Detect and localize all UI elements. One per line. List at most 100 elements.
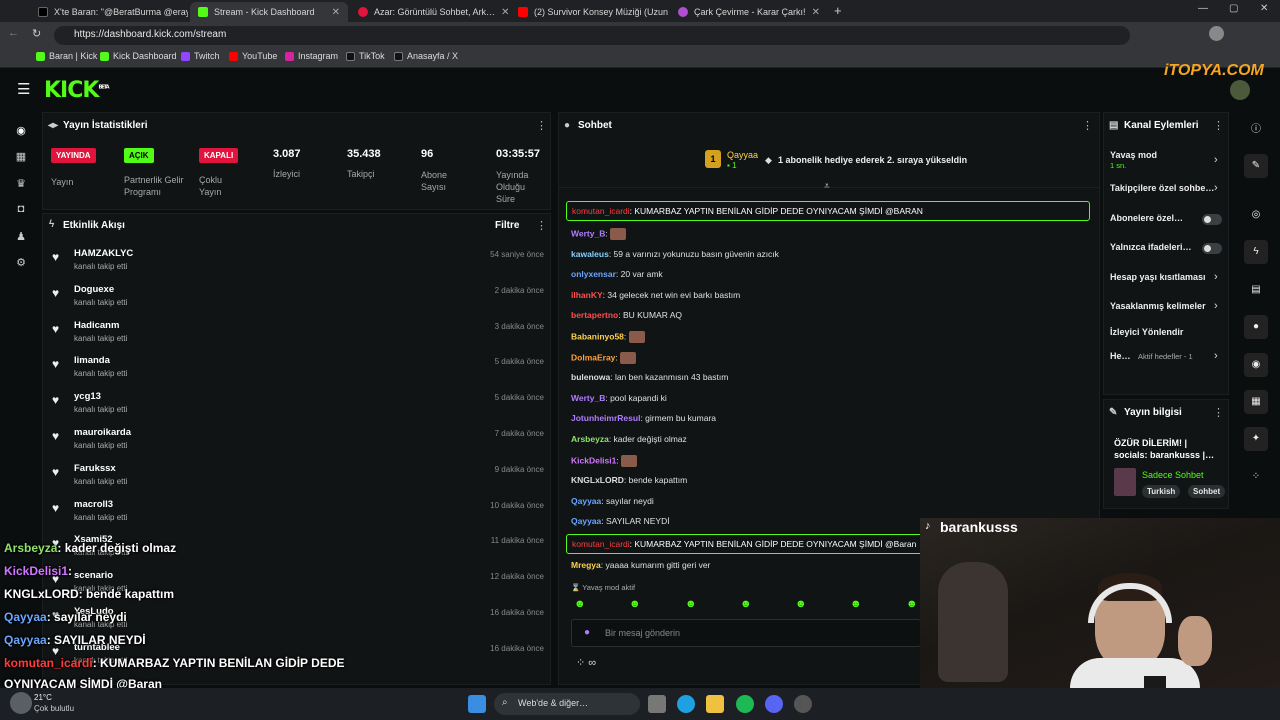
back-icon[interactable]: ← [8, 27, 19, 39]
browser-tab[interactable]: Çark Çevirme - Karar Çarkı! ✕ [670, 2, 828, 22]
more-icon[interactable]: ⋮ [1213, 119, 1224, 132]
layout-icon[interactable]: ▦ [1244, 390, 1268, 414]
profile-avatar[interactable] [1209, 26, 1224, 41]
bookmark[interactable]: Twitch [181, 51, 220, 61]
trophy-icon[interactable]: ♛ [13, 177, 29, 193]
activity-user[interactable]: mauroikarda [74, 427, 131, 438]
maximize-icon[interactable]: ▢ [1229, 3, 1238, 14]
activity-user[interactable]: Doguexe [74, 284, 114, 295]
close-icon[interactable]: ✕ [812, 7, 820, 18]
chat-username[interactable]: bulenowa [571, 372, 610, 382]
browser-tab[interactable]: X'te Baran: "@BeratBurma @eray…✕ [30, 2, 188, 22]
info-icon[interactable]: ⓘ [1244, 118, 1268, 142]
task-view-icon[interactable] [648, 695, 666, 713]
users-icon[interactable]: ♟ [13, 230, 29, 246]
more-icon[interactable]: ⁘ [1244, 465, 1268, 489]
chat-icon[interactable]: ● [1244, 315, 1268, 339]
chat-input[interactable]: ● Bir mesaj gönderin [571, 619, 921, 647]
chevron-right-icon[interactable]: › [1214, 271, 1218, 283]
taskbar-search[interactable]: ⌕ Web'de & diğer… [494, 693, 640, 715]
edit-icon[interactable]: ✎ [1244, 154, 1268, 178]
bookmark[interactable]: Kick Dashboard [100, 51, 177, 61]
chevron-right-icon[interactable]: › [1214, 182, 1218, 194]
user-avatar[interactable] [1230, 80, 1250, 100]
activity-user[interactable]: macroll3 [74, 499, 113, 510]
settings-icon[interactable]: ⁘ ∞ [576, 656, 596, 669]
emote-icon[interactable]: ☻ [740, 598, 752, 610]
new-tab-icon[interactable]: + [834, 3, 842, 18]
more-icon[interactable]: ⋮ [1082, 119, 1093, 132]
start-icon[interactable] [468, 695, 486, 713]
spotify-icon[interactable] [736, 695, 754, 713]
bookmark[interactable]: Instagram [285, 51, 338, 61]
chat-username[interactable]: JotunheimrResul [571, 413, 640, 423]
chat-username[interactable]: Qayyaa [571, 516, 601, 526]
more-icon[interactable]: ⋮ [536, 219, 547, 232]
activity-user[interactable]: ycg13 [74, 391, 101, 402]
window-close-icon[interactable]: ✕ [1260, 3, 1268, 14]
url-field[interactable]: https://dashboard.kick.com/stream [54, 26, 1130, 45]
bookmark[interactable]: TikTok [346, 51, 385, 61]
chat-username[interactable]: KickDelisi1 [571, 455, 616, 465]
emote-icon[interactable]: ☻ [685, 598, 697, 610]
chat-username[interactable]: Werty_B [571, 228, 605, 238]
channel-action[interactable]: Yasaklanmış kelimeler [1110, 301, 1224, 311]
close-icon[interactable]: ✕ [501, 7, 508, 18]
browser-tab-active[interactable]: Stream - Kick Dashboard ✕ [190, 2, 348, 22]
activity-user[interactable]: Farukssx [74, 463, 116, 474]
activity-user[interactable]: scenario [74, 570, 113, 581]
browser-tab[interactable]: Azar: Görüntülü Sohbet, Ark… ✕ [350, 2, 508, 22]
filter-button[interactable]: Filtre [495, 220, 519, 231]
bolt-icon[interactable]: ϟ [1244, 240, 1268, 264]
activity-user[interactable]: HAMZAKLYC [74, 248, 133, 259]
emote-icon[interactable]: ☻ [906, 598, 918, 610]
category-link[interactable]: Sadece Sohbet [1142, 470, 1204, 480]
bookmark[interactable]: YouTube [229, 51, 277, 61]
obs-icon[interactable] [794, 695, 812, 713]
kick-logo[interactable]: KICKBETA [44, 78, 110, 103]
folder-icon[interactable] [706, 695, 724, 713]
chat-username[interactable]: Werty_B [571, 393, 605, 403]
chat-username[interactable]: ilhanKY [571, 290, 603, 300]
close-icon[interactable]: ✕ [332, 7, 340, 18]
broadcast-icon[interactable]: ◉ [1244, 353, 1268, 377]
toggle-switch[interactable] [1202, 214, 1222, 225]
broadcast-icon[interactable]: ◉ [13, 124, 29, 140]
channel-action[interactable]: Takipçilere özel sohbe… [1110, 183, 1224, 193]
gear-icon[interactable]: ⚙ [13, 256, 29, 272]
channel-action[interactable]: Yavaş mod [1110, 150, 1224, 160]
browser-tab[interactable]: (2) Survivor Konsey Müziği (Uzun…✕ [510, 2, 668, 22]
bookmark[interactable]: Baran | Kick [36, 51, 97, 61]
chevron-right-icon[interactable]: › [1214, 350, 1218, 362]
chat-username[interactable]: DolmaEray [571, 352, 615, 362]
more-icon[interactable]: ⋮ [536, 119, 547, 132]
dashboard-icon[interactable]: ▦ [13, 150, 29, 166]
chevron-right-icon[interactable]: › [1214, 154, 1218, 166]
chevron-right-icon[interactable]: › [1214, 300, 1218, 312]
wrench-icon[interactable]: ✦ [1244, 427, 1268, 451]
reload-icon[interactable]: ↻ [32, 27, 41, 40]
camera-icon[interactable]: ◘ [13, 203, 29, 219]
emote-icon[interactable]: ☻ [795, 598, 807, 610]
emote-icon[interactable]: ☻ [629, 598, 641, 610]
edge-icon[interactable] [677, 695, 695, 713]
chat-username[interactable]: Arsbeyza [571, 434, 609, 444]
bookmark[interactable]: Anasayfa / X [394, 51, 458, 61]
chat-username[interactable]: onlyxensar [571, 269, 616, 279]
camera-icon[interactable]: ◎ [1244, 203, 1268, 227]
menu-icon[interactable]: ☰ [17, 80, 30, 98]
chat-username[interactable]: KNGLxLORD [571, 475, 624, 485]
channel-action[interactable]: İzleyici Yönlendir [1110, 327, 1224, 337]
chat-username[interactable]: Qayyaa [571, 496, 601, 506]
document-icon[interactable]: ▤ [1244, 278, 1268, 302]
collapse-icon[interactable]: ⩡ [824, 181, 830, 192]
chat-username[interactable]: kawaleus [571, 249, 609, 259]
emote-icon[interactable]: ☻ [850, 598, 862, 610]
chat-username[interactable]: bertapertno [571, 310, 618, 320]
chat-username[interactable]: Babaninyo58 [571, 331, 624, 341]
activity-user[interactable]: limanda [74, 355, 110, 366]
activity-user[interactable]: Hadicanm [74, 320, 119, 331]
toggle-switch[interactable] [1202, 243, 1222, 254]
minimize-icon[interactable]: — [1198, 3, 1208, 14]
emote-icon[interactable]: ☻ [574, 598, 586, 610]
